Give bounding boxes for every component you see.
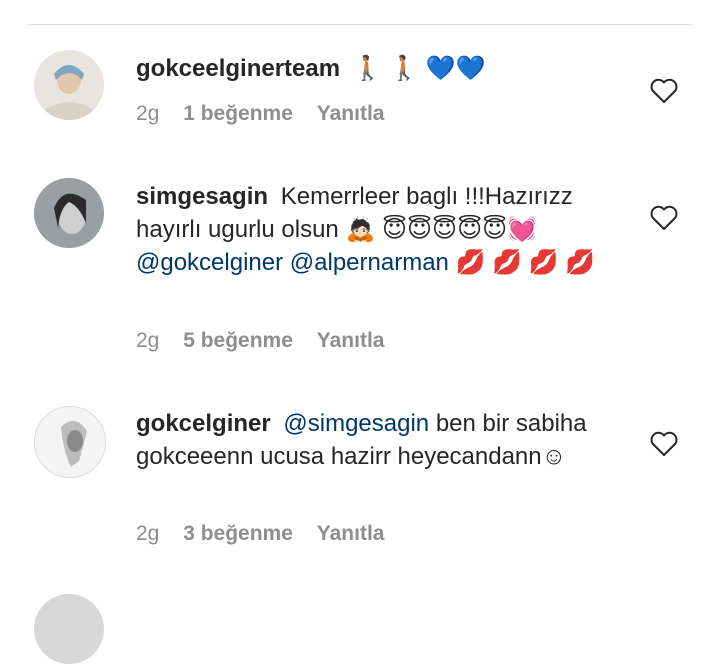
smile-icon: ☺ <box>541 443 567 470</box>
comment-time: 2g <box>136 102 160 125</box>
reply-button[interactable]: Yanıtla <box>317 329 385 352</box>
reply-button[interactable]: Yanıtla <box>317 522 385 545</box>
comment-time: 2g <box>136 329 160 352</box>
avatar[interactable] <box>34 406 106 478</box>
mention-link[interactable]: @simgesagin <box>283 410 429 437</box>
comment-username[interactable]: simgesagin <box>136 183 268 210</box>
comment-emojis: 🚶🏽 🚶🏽 💙💙 <box>352 55 486 82</box>
likes-count-button[interactable]: 5 beğenme <box>183 329 293 352</box>
top-divider <box>28 24 692 25</box>
comment-time: 2g <box>136 522 160 545</box>
avatar[interactable] <box>34 50 104 120</box>
avatar[interactable] <box>34 178 104 248</box>
like-heart-icon[interactable] <box>650 205 678 231</box>
comment-username[interactable]: gokceelginerteam <box>136 55 340 82</box>
like-heart-icon[interactable] <box>650 431 678 457</box>
comment-username[interactable]: gokcelginer <box>136 410 271 437</box>
mention-link[interactable]: @alpernarman <box>290 249 449 276</box>
reply-button[interactable]: Yanıtla <box>317 102 385 125</box>
likes-count-button[interactable]: 1 beğenme <box>183 102 293 125</box>
mention-link[interactable]: @gokcelginer <box>136 249 283 276</box>
comment-emojis: 🙇🏻 😇😇😇😇😇💓 <box>345 216 537 243</box>
comment-emojis: 💋 💋 💋 💋 <box>455 249 596 276</box>
like-heart-icon[interactable] <box>650 78 678 104</box>
likes-count-button[interactable]: 3 beğenme <box>183 522 293 545</box>
avatar[interactable] <box>34 594 104 664</box>
